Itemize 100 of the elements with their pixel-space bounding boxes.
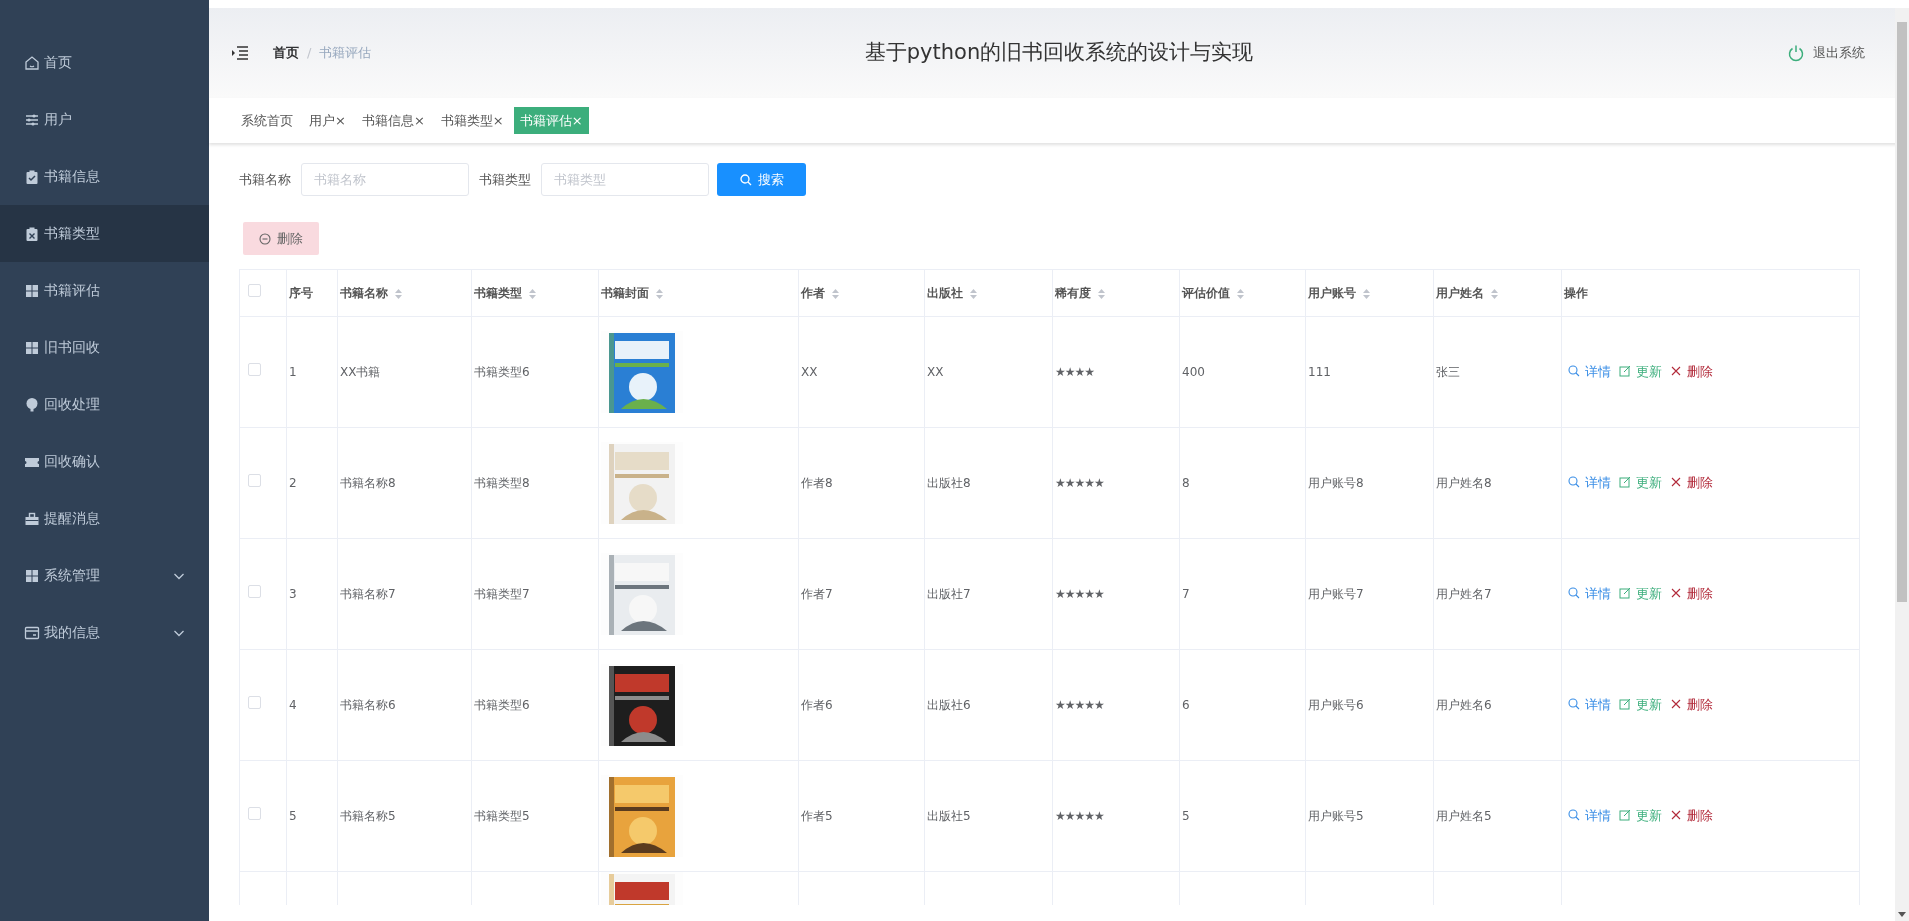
select-all-checkbox[interactable] <box>248 284 261 297</box>
column-header[interactable]: 书籍类型 <box>474 286 522 300</box>
tab[interactable]: 系统首页 <box>235 106 299 135</box>
details-link[interactable]: 详情 <box>1568 583 1611 604</box>
cell-text: 2 <box>289 476 297 490</box>
field-label: 书籍类型 <box>479 170 531 189</box>
cell-text: 用户账号8 <box>1308 476 1364 490</box>
sidebar-item[interactable]: 书籍信息 <box>0 148 209 205</box>
delete-link[interactable]: 删除 <box>1670 805 1713 826</box>
cell-text: 出版社7 <box>927 587 971 601</box>
sidebar-item[interactable]: 书籍评估 <box>0 262 209 319</box>
cell-text: 书籍类型8 <box>474 476 530 490</box>
column-header[interactable]: 出版社 <box>927 286 963 300</box>
logout-button[interactable]: 退出系统 <box>1781 42 1871 64</box>
cell-text: 作者5 <box>801 809 833 823</box>
cell-text: 书籍名称8 <box>340 476 396 490</box>
delete-link[interactable]: 删除 <box>1670 361 1713 382</box>
scrollbar-thumb[interactable] <box>1897 22 1907 602</box>
card-icon <box>24 624 40 641</box>
search-icon <box>1568 809 1580 822</box>
home-icon <box>24 54 40 71</box>
scroll-down-icon <box>1898 912 1906 918</box>
page-title: 基于python的旧书回收系统的设计与实现 <box>864 39 1254 67</box>
cell-text: 出版社8 <box>927 476 971 490</box>
grid-icon <box>24 339 40 356</box>
delete-link[interactable]: 删除 <box>1670 583 1713 604</box>
column-header[interactable]: 用户姓名 <box>1436 286 1484 300</box>
column-header[interactable]: 书籍名称 <box>340 286 388 300</box>
column-header: 序号 <box>289 286 313 300</box>
sidebar-item[interactable]: 首页 <box>0 34 209 91</box>
briefcase-icon <box>24 510 40 527</box>
power-icon <box>1787 44 1805 62</box>
column-header[interactable]: 书籍封面 <box>601 286 649 300</box>
cell-text: 用户姓名7 <box>1436 587 1492 601</box>
search-icon <box>1568 476 1580 489</box>
column-header[interactable]: 作者 <box>801 286 825 300</box>
details-link[interactable]: 详情 <box>1568 361 1611 382</box>
column-header[interactable]: 稀有度 <box>1055 286 1091 300</box>
cell-text: 111 <box>1308 365 1331 379</box>
details-link[interactable]: 详情 <box>1568 805 1611 826</box>
column-header[interactable]: 评估价值 <box>1182 286 1230 300</box>
delete-link[interactable]: 删除 <box>1670 472 1713 493</box>
rating-stars: ★★★★★ <box>1055 698 1104 712</box>
rating-stars: ★★★★★ <box>1055 476 1104 490</box>
sidebar-item[interactable]: 用户 <box>0 91 209 148</box>
cell-text: 用户姓名6 <box>1436 698 1492 712</box>
search-field[interactable]: 书籍名称 <box>301 163 469 196</box>
details-link[interactable]: 详情 <box>1568 472 1611 493</box>
search-icon <box>739 173 752 186</box>
cell-text: 用户姓名8 <box>1436 476 1492 490</box>
cell-text: 出版社6 <box>927 698 971 712</box>
sidebar-item[interactable]: 旧书回收 <box>0 319 209 376</box>
cell-text: 出版社5 <box>927 809 971 823</box>
cell-text: 书籍名称5 <box>340 809 396 823</box>
cell-text: 6 <box>1182 698 1190 712</box>
sidebar-item[interactable]: 我的信息 <box>0 604 209 661</box>
sidebar-item[interactable]: 系统管理 <box>0 547 209 604</box>
close-icon <box>1670 809 1682 822</box>
cell-text: 4 <box>289 698 297 712</box>
edit-icon <box>1619 809 1631 822</box>
column-header: 操作 <box>1564 286 1588 300</box>
grid-icon <box>24 282 40 299</box>
row-checkbox[interactable] <box>248 696 261 709</box>
cell-text: 用户姓名5 <box>1436 809 1492 823</box>
cell-text: 书籍类型6 <box>474 365 530 379</box>
cell-text: 书籍类型7 <box>474 587 530 601</box>
row-checkbox[interactable] <box>248 474 261 487</box>
cell-text: 7 <box>1182 587 1190 601</box>
cell-text: 用户账号7 <box>1308 587 1364 601</box>
cell-text: 书籍类型5 <box>474 809 530 823</box>
row-checkbox[interactable] <box>248 585 261 598</box>
edit-icon <box>1619 476 1631 489</box>
row-checkbox[interactable] <box>248 807 261 820</box>
details-link[interactable]: 详情 <box>1568 694 1611 715</box>
delete-button[interactable]: 删除 <box>243 222 319 255</box>
tab[interactable]: 书籍信息× <box>355 106 431 135</box>
rating-stars: ★★★★★ <box>1055 809 1104 823</box>
bulb-icon <box>24 396 40 413</box>
delete-link[interactable]: 删除 <box>1670 694 1713 715</box>
sidebar-item[interactable]: 回收确认 <box>0 433 209 490</box>
search-field[interactable]: 书籍类型 <box>541 163 709 196</box>
row-checkbox[interactable] <box>248 363 261 376</box>
close-icon <box>1670 365 1682 378</box>
sidebar-item[interactable]: 提醒消息 <box>0 490 209 547</box>
column-header[interactable]: 用户账号 <box>1308 286 1356 300</box>
search-icon <box>1568 698 1580 711</box>
sidebar-item[interactable]: 回收处理 <box>0 376 209 433</box>
tab[interactable]: 用户× <box>303 106 352 135</box>
close-icon <box>1670 698 1682 711</box>
breadcrumb-link[interactable]: 首页 <box>273 43 299 63</box>
cell-text: XX <box>927 365 944 379</box>
breadcrumb-separator: / <box>307 44 312 63</box>
sidebar-item[interactable]: 书籍类型 <box>0 205 209 262</box>
cell-text: 400 <box>1182 365 1205 379</box>
search-icon <box>1568 587 1580 600</box>
rating-stars: ★★★★ <box>1055 365 1095 379</box>
cell-text: 用户账号5 <box>1308 809 1364 823</box>
cell-text: 用户账号6 <box>1308 698 1364 712</box>
cell-text: 作者8 <box>801 476 833 490</box>
tab[interactable]: 书籍类型× <box>434 106 510 135</box>
